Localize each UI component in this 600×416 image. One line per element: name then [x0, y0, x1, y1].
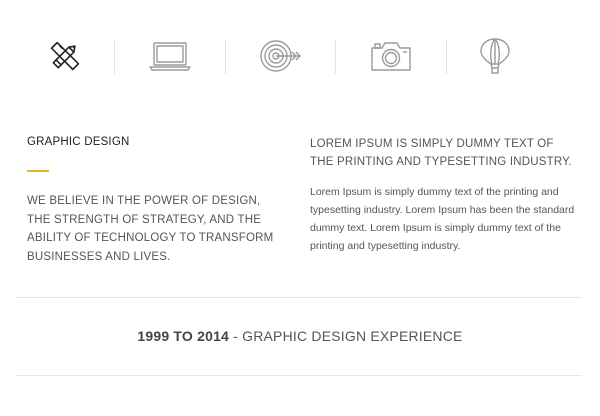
graphic-design-column: GRAPHIC DESIGN WE BELIEVE IN THE POWER O… [27, 136, 285, 266]
service-icon-row [0, 34, 600, 80]
hot-air-balloon-icon[interactable] [473, 34, 517, 78]
experience-label: - GRAPHIC DESIGN EXPERIENCE [229, 328, 463, 344]
mission-statement: WE BELIEVE IN THE POWER OF DESIGN, THE S… [27, 195, 274, 263]
section-title: GRAPHIC DESIGN [27, 136, 130, 148]
icon-separator [114, 40, 115, 74]
description-column: LOREM IPSUM IS SIMPLY DUMMY TEXT OF THE … [310, 135, 578, 255]
experience-banner: 1999 TO 2014 - GRAPHIC DESIGN EXPERIENCE [0, 328, 600, 344]
pencil-ruler-icon[interactable] [43, 34, 87, 78]
icon-separator [225, 40, 226, 74]
accent-underline [27, 170, 49, 172]
experience-years: 1999 TO 2014 [137, 328, 230, 344]
divider [16, 297, 582, 298]
icon-separator [335, 40, 336, 74]
description-body: Lorem Ipsum is simply dummy text of the … [310, 186, 575, 252]
laptop-icon[interactable] [148, 34, 192, 78]
divider [16, 375, 582, 376]
target-icon[interactable] [258, 34, 302, 78]
camera-icon[interactable] [369, 34, 413, 78]
icon-separator [446, 40, 447, 74]
description-heading: LOREM IPSUM IS SIMPLY DUMMY TEXT OF THE … [310, 138, 572, 168]
